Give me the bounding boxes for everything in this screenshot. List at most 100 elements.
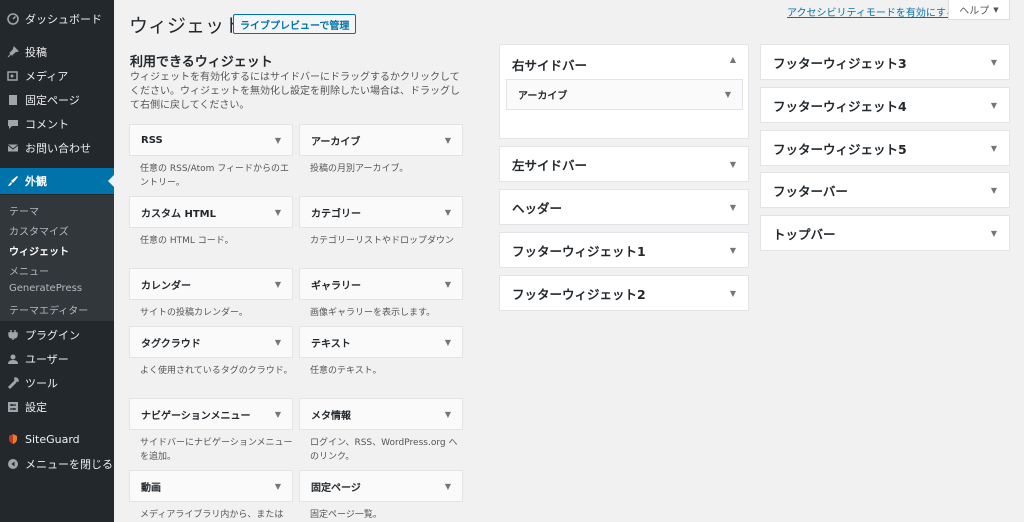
widget-rss[interactable]: RSS ▼ — [129, 124, 293, 156]
widget-description: ログイン、RSS、WordPress.org へのリンク。 — [310, 438, 458, 462]
sidebar-item-settings[interactable]: 設定 — [0, 395, 114, 419]
sidebar-collapse-menu[interactable]: メニューを閉じる — [0, 452, 114, 476]
widget-area-top-bar[interactable]: トップバー ▼ — [760, 215, 1010, 251]
submenu-item-theme-editor[interactable]: テーマエディター — [9, 302, 88, 317]
live-preview-button[interactable]: ライブプレビューで管理 — [233, 14, 357, 34]
caret-down-icon: ▼ — [444, 337, 451, 347]
help-label: ヘルプ — [959, 6, 990, 17]
sidebar-item-plugins[interactable]: プラグイン — [0, 323, 114, 347]
widget-area-title: フッターウィジェット1 — [512, 243, 646, 259]
caret-down-icon: ▼ — [274, 279, 281, 289]
sidebar-item-posts[interactable]: 投稿 — [0, 40, 114, 64]
widget-title: 固定ページ — [311, 482, 361, 494]
widget-text[interactable]: テキスト ▼ — [299, 326, 463, 358]
widget-area-footer-widget-5[interactable]: フッターウィジェット5 ▼ — [760, 130, 1010, 166]
widget-area-left-sidebar[interactable]: 左サイドバー ▼ — [499, 146, 749, 182]
sidebar-item-appearance[interactable]: 外観 — [0, 168, 114, 194]
caret-down-icon: ▼ — [990, 143, 997, 153]
widget-title: ギャラリー — [311, 280, 361, 292]
widget-video[interactable]: 動画 ▼ — [129, 470, 293, 502]
sidebar-item-contact[interactable]: お問い合わせ — [0, 136, 114, 160]
widget-area-title: 右サイドバー — [512, 58, 588, 73]
wrench-icon — [7, 377, 19, 389]
accessibility-mode-link[interactable]: アクセシビリティモードを有効にする — [787, 4, 956, 19]
caret-down-icon: ▼ — [729, 288, 736, 298]
page-icon — [7, 94, 19, 106]
settings-icon — [7, 401, 19, 413]
caret-down-icon: ▼ — [729, 202, 736, 212]
widget-title: テキスト — [311, 338, 351, 350]
sidebar-item-comments[interactable]: コメント — [0, 112, 114, 136]
sidebar-item-label: メディア — [25, 70, 69, 83]
caret-down-icon: ▼ — [729, 159, 736, 169]
help-button[interactable]: ヘルプ ▼ — [948, 0, 1010, 20]
widget-description: メディアライブラリ内から、または — [140, 510, 284, 520]
widget-area-footer-widget-3[interactable]: フッターウィジェット3 ▼ — [760, 44, 1010, 80]
widget-title: メタ情報 — [311, 410, 351, 422]
sidebar-item-users[interactable]: ユーザー — [0, 347, 114, 371]
sidebar-item-siteguard[interactable]: SiteGuard — [0, 427, 114, 451]
widget-navigation-menu[interactable]: ナビゲーションメニュー ▼ — [129, 398, 293, 430]
widget-area-title: フッターウィジェット3 — [773, 55, 907, 71]
sidebar-item-pages[interactable]: 固定ページ — [0, 88, 114, 112]
caret-down-icon: ▼ — [990, 100, 997, 110]
widget-description: 任意の RSS/Atom フィードからのエントリー。 — [140, 164, 290, 188]
widget-archives[interactable]: アーカイブ ▼ — [299, 124, 463, 156]
sidebar-item-label: お問い合わせ — [25, 142, 91, 155]
widget-title: 動画 — [141, 482, 161, 494]
widget-description: 画像ギャラリーを表示します。 — [310, 308, 436, 318]
sidebar-item-label: 設定 — [25, 401, 47, 414]
widget-area-title: トップバー — [773, 226, 836, 242]
widget-area-footer-widget-4[interactable]: フッターウィジェット4 ▼ — [760, 87, 1010, 123]
admin-sidebar: ダッシュボード 投稿 メディア 固定ページ コメント お問い合わせ 外観 テーマ… — [0, 0, 114, 522]
widget-calendar[interactable]: カレンダー ▼ — [129, 268, 293, 300]
widget-description: サイドバーにナビゲーションメニューを追加。 — [140, 438, 293, 462]
widget-area-header[interactable]: ヘッダー ▼ — [499, 189, 749, 225]
widget-area-footer-widget-1[interactable]: フッターウィジェット1 ▼ — [499, 232, 749, 268]
widget-area-title: フッターウィジェット4 — [773, 98, 907, 114]
caret-down-icon: ▼ — [444, 409, 451, 419]
sidebar-item-label: ダッシュボード — [25, 13, 102, 26]
widget-categories[interactable]: カテゴリー ▼ — [299, 196, 463, 228]
widget-title: ナビゲーションメニュー — [141, 410, 251, 422]
placed-widget-archives[interactable]: アーカイブ ▼ — [506, 79, 743, 110]
widget-title: タグクラウド — [141, 338, 201, 350]
submenu-item-menus[interactable]: メニュー — [9, 263, 49, 278]
user-icon — [7, 353, 19, 365]
caret-down-icon: ▼ — [993, 5, 999, 14]
available-widgets-description: ウィジェットを有効化するにはサイドバーにドラッグするかクリックしてください。ウィ… — [130, 72, 460, 111]
available-widgets-title: 利用できるウィジェット — [130, 55, 273, 70]
caret-down-icon: ▼ — [444, 481, 451, 491]
sidebar-item-tools[interactable]: ツール — [0, 371, 114, 395]
page-title: ウィジェット — [129, 15, 244, 37]
widget-area-title: ヘッダー — [512, 200, 563, 216]
widget-area-footer-widget-2[interactable]: フッターウィジェット2 ▼ — [499, 275, 749, 311]
widget-description: 任意の HTML コード。 — [140, 236, 234, 246]
sidebar-item-label: メニューを閉じる — [25, 458, 113, 471]
plugin-icon — [7, 329, 19, 341]
widget-description: カテゴリーリストやドロップダウン — [310, 236, 455, 246]
submenu-item-generatepress[interactable]: GeneratePress — [9, 283, 82, 294]
widget-gallery[interactable]: ギャラリー ▼ — [299, 268, 463, 300]
mail-icon — [7, 142, 19, 154]
submenu-item-widgets[interactable]: ウィジェット — [9, 243, 69, 258]
media-icon — [7, 70, 19, 82]
caret-down-icon: ▼ — [444, 207, 451, 217]
widget-area-footer-bar[interactable]: フッターバー ▼ — [760, 172, 1010, 208]
submenu-item-customize[interactable]: カスタマイズ — [9, 223, 69, 238]
submenu-item-themes[interactable]: テーマ — [9, 203, 39, 218]
widget-tag-cloud[interactable]: タグクラウド ▼ — [129, 326, 293, 358]
widget-title: アーカイブ — [518, 91, 568, 102]
siteguard-icon — [7, 433, 19, 445]
sidebar-item-label: ユーザー — [25, 353, 69, 366]
widget-description: 任意のテキスト。 — [310, 366, 382, 376]
widget-meta[interactable]: メタ情報 ▼ — [299, 398, 463, 430]
widget-title: RSS — [141, 134, 163, 146]
sidebar-item-dashboard[interactable]: ダッシュボード — [0, 7, 114, 31]
caret-down-icon: ▼ — [990, 185, 997, 195]
sidebar-item-media[interactable]: メディア — [0, 64, 114, 88]
caret-down-icon: ▼ — [274, 135, 281, 145]
widget-pages[interactable]: 固定ページ ▼ — [299, 470, 463, 502]
caret-up-icon[interactable]: ▲ — [730, 55, 736, 64]
widget-custom-html[interactable]: カスタム HTML ▼ — [129, 196, 293, 228]
